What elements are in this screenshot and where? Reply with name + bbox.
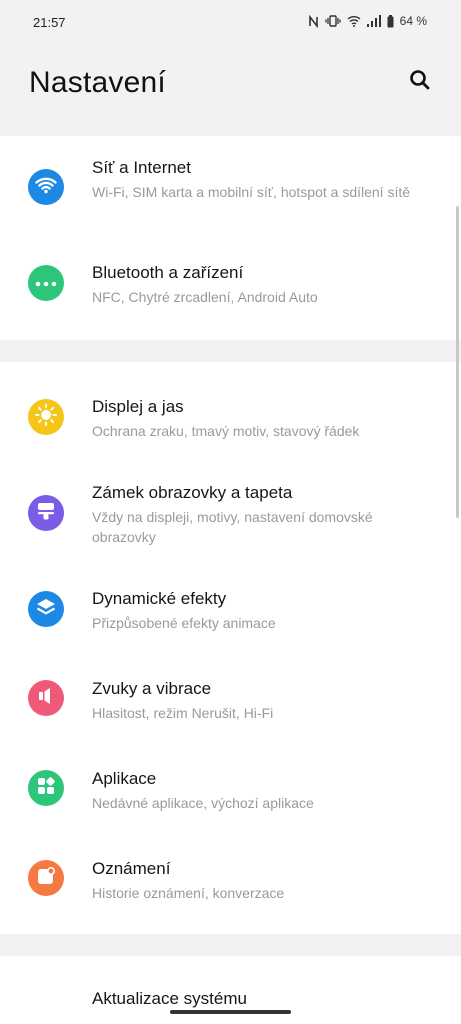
home-indicator[interactable] [170,1010,291,1014]
vibrate-icon [324,15,341,27]
item-subtitle: Wi-Fi, SIM karta a mobilní síť, hotspot … [92,184,411,200]
row-icon-bg [28,680,64,716]
scrollbar[interactable] [456,206,459,518]
status-time: 21:57 [33,15,66,30]
item-subtitle: Přizpůsobené efekty animace [92,615,276,631]
row-icon-bg [28,399,64,435]
notification-icon [36,866,56,891]
row-icon-bg [28,495,64,531]
wifi-icon [347,15,361,27]
settings-item-dynamic-effects[interactable]: Dynamické efekty Přizpůsobené efekty ani… [0,558,461,648]
row-text: Aktualizace systému [92,988,437,1010]
item-title: Zvuky a vibrace [92,679,212,698]
settings-group-personalization: Displej a jas Ochrana zraku, tmavý motiv… [0,362,461,934]
row-text: Zámek obrazovky a tapeta Vždy na displej… [92,482,437,547]
settings-item-notifications[interactable]: Oznámení Historie oznámení, konverzace [0,828,461,934]
item-subtitle: Vždy na displeji, motivy, nastavení domo… [92,509,373,545]
row-text: Oznámení Historie oznámení, konverzace [92,858,437,903]
item-title: Dynamické efekty [92,589,227,608]
item-subtitle: Ochrana zraku, tmavý motiv, stavový řáde… [92,423,360,439]
item-title: Aktualizace systému [92,989,247,1008]
more-dots-icon [35,274,57,292]
signal-icon [366,15,381,27]
settings-group-connectivity: Síť a Internet Wi-Fi, SIM karta a mobiln… [0,136,461,340]
settings-item-sounds[interactable]: Zvuky a vibrace Hlasitost, režim Nerušit… [0,648,461,738]
brightness-icon [34,403,58,432]
lock-screen-icon [36,501,56,526]
layers-icon [35,597,57,622]
item-title: Oznámení [92,859,171,878]
settings-item-display[interactable]: Displej a jas Ochrana zraku, tmavý motiv… [0,362,461,452]
row-text: Dynamické efekty Přizpůsobené efekty ani… [92,588,437,633]
nfc-icon [308,14,319,28]
item-subtitle: Hlasitost, režim Nerušit, Hi-Fi [92,705,274,721]
row-icon-bg [28,770,64,806]
item-title: Aplikace [92,769,157,788]
item-subtitle: NFC, Chytré zrcadlení, Android Auto [92,289,318,305]
row-icon-bg [28,860,64,896]
search-icon [409,69,431,96]
row-text: Displej a jas Ochrana zraku, tmavý motiv… [92,396,437,441]
row-icon-bg [28,169,64,205]
apps-icon [37,776,55,800]
item-title: Bluetooth a zařízení [92,263,244,282]
battery-icon [387,14,394,28]
row-icon-bg [28,265,64,301]
status-icons: 64 % [308,14,427,28]
row-text: Bluetooth a zařízení NFC, Chytré zrcadle… [92,262,437,307]
settings-item-network[interactable]: Síť a Internet Wi-Fi, SIM karta a mobiln… [0,136,461,240]
row-text: Aplikace Nedávné aplikace, výchozí aplik… [92,768,437,813]
settings-item-lock-screen[interactable]: Zámek obrazovky a tapeta Vždy na displej… [0,452,461,558]
row-icon-bg [28,591,64,627]
settings-item-apps[interactable]: Aplikace Nedávné aplikace, výchozí aplik… [0,738,461,828]
item-subtitle: Nedávné aplikace, výchozí aplikace [92,795,314,811]
item-title: Zámek obrazovky a tapeta [92,483,293,502]
status-bar: 21:57 64 % [0,0,461,46]
header: Nastavení [0,46,461,136]
sound-icon [36,686,56,711]
item-title: Displej a jas [92,397,184,416]
item-title: Síť a Internet [92,158,191,177]
row-text: Síť a Internet Wi-Fi, SIM karta a mobiln… [92,157,437,202]
settings-item-bluetooth[interactable]: Bluetooth a zařízení NFC, Chytré zrcadle… [0,240,461,340]
search-button[interactable] [404,66,436,98]
wifi-icon [35,176,57,199]
row-text: Zvuky a vibrace Hlasitost, režim Nerušit… [92,678,437,723]
battery-percent: 64 % [399,14,427,28]
page-title: Nastavení [29,66,166,99]
item-subtitle: Historie oznámení, konverzace [92,885,285,901]
